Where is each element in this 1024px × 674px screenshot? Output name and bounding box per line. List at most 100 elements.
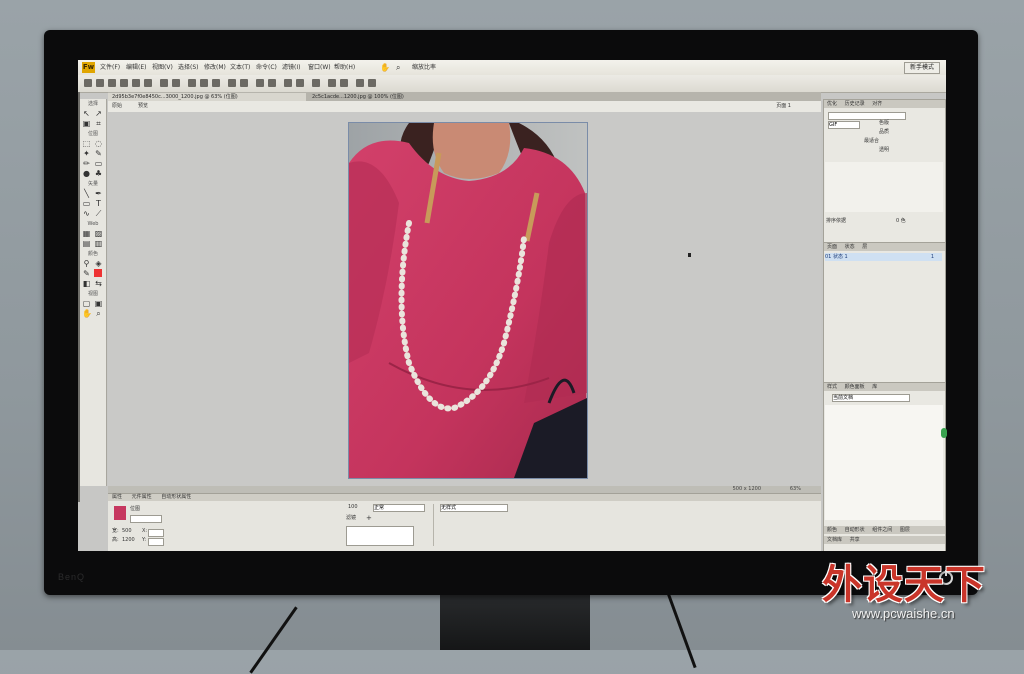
slice-tool-icon[interactable]: ▨ (94, 229, 103, 238)
menu-filters[interactable]: 滤镜(I) (282, 63, 300, 72)
original-view-button[interactable]: 原始 (112, 103, 122, 110)
freeform-tool-icon[interactable]: ∿ (82, 209, 91, 218)
menu-text[interactable]: 文本(T) (230, 63, 250, 72)
pen-tool-icon[interactable]: ✒ (94, 189, 103, 198)
tab-shared[interactable]: 共享 (847, 537, 863, 543)
save-icon[interactable] (108, 79, 116, 87)
fill-color-icon[interactable] (94, 269, 102, 277)
state-row[interactable]: 01 状态 1 1 (825, 253, 942, 261)
flip-h-icon[interactable] (356, 79, 364, 87)
standard-screen-icon[interactable]: ▢ (82, 299, 91, 308)
tab-symbol-properties[interactable]: 元件属性 (128, 494, 156, 500)
height-value[interactable]: 1200 (122, 537, 135, 544)
stamp-tool-icon[interactable]: ♣ (94, 169, 103, 178)
tab-images[interactable]: 图层 (897, 527, 913, 533)
tab-colors[interactable]: 颜色 (824, 527, 840, 533)
tab-components[interactable]: 组件之间 (869, 527, 895, 533)
style-select[interactable]: 无样式 (440, 504, 508, 512)
redo-icon[interactable] (172, 79, 180, 87)
menu-file[interactable]: 文件(F) (100, 63, 120, 72)
hotspot-tool-icon[interactable]: ▦ (82, 229, 91, 238)
rectangle-tool-icon[interactable]: ▭ (82, 199, 91, 208)
export-icon[interactable] (132, 79, 140, 87)
cut-icon[interactable] (188, 79, 196, 87)
menu-modify[interactable]: 修改(M) (204, 63, 226, 72)
preview-view-button[interactable]: 预览 (138, 103, 148, 110)
ungroup-icon[interactable] (240, 79, 248, 87)
zoom-icon[interactable]: ⌕ (396, 64, 400, 73)
marquee-tool-icon[interactable]: ⬚ (82, 139, 91, 148)
tab-properties[interactable]: 属性 (108, 494, 126, 500)
undo-icon[interactable] (160, 79, 168, 87)
wand-tool-icon[interactable]: ✦ (82, 149, 91, 158)
object-name-field[interactable] (130, 515, 162, 523)
bring-front-icon[interactable] (284, 79, 292, 87)
pencil-tool-icon[interactable]: ✏ (82, 159, 91, 168)
scale-tool-icon[interactable]: ▣ (82, 119, 91, 128)
opacity-value[interactable]: 100 (348, 504, 358, 511)
status-zoom[interactable]: 63% (790, 486, 801, 493)
blend-mode-select[interactable]: 正常 (373, 504, 425, 512)
tab-swatches[interactable]: 颜色面板 (842, 384, 868, 390)
lasso-tool-icon[interactable]: ◌ (94, 139, 103, 148)
tab-library[interactable]: 库 (869, 384, 880, 390)
filters-list[interactable] (346, 526, 414, 546)
stroke-color-icon[interactable]: ✎ (82, 269, 91, 278)
group-icon[interactable] (228, 79, 236, 87)
default-colors-icon[interactable]: ◧ (82, 279, 91, 288)
tab-align[interactable]: 对齐 (869, 101, 885, 107)
width-value[interactable]: 500 (122, 528, 132, 535)
paste-icon[interactable] (212, 79, 220, 87)
tab-pages[interactable]: 页面 (824, 244, 840, 250)
subselect-tool-icon[interactable]: ↗ (94, 109, 103, 118)
tab-autoshape-properties[interactable]: 自动形状属性 (157, 494, 195, 500)
line-tool-icon[interactable]: ╲ (82, 189, 91, 198)
pointer-tool-icon[interactable]: ↖ (82, 109, 91, 118)
add-filter-icon[interactable]: + (366, 515, 372, 522)
zoom-tool-icon[interactable]: ⌕ (94, 309, 103, 318)
send-back-icon[interactable] (296, 79, 304, 87)
hide-slices-icon[interactable]: ▤ (82, 239, 91, 248)
menu-view[interactable]: 视图(V) (152, 63, 173, 72)
photo-image[interactable] (348, 122, 588, 479)
library-select[interactable]: 当前文档 (832, 394, 910, 402)
panel-handle[interactable] (941, 428, 947, 438)
hand-tool-icon[interactable]: ✋ (82, 309, 92, 318)
tab-optimize[interactable]: 优化 (824, 101, 840, 107)
y-field[interactable] (148, 538, 164, 546)
split-icon[interactable] (268, 79, 276, 87)
format-select[interactable]: GIF (828, 121, 860, 129)
tab-states[interactable]: 状态 (842, 244, 858, 250)
import-icon[interactable] (120, 79, 128, 87)
tab-autoshapes[interactable]: 自动形状 (842, 527, 868, 533)
menu-help[interactable]: 帮助(H) (334, 63, 355, 72)
join-icon[interactable] (256, 79, 264, 87)
document-canvas[interactable] (108, 112, 821, 486)
page-selector[interactable]: 页面 1 (776, 103, 791, 110)
brush-tool-icon[interactable]: ✎ (94, 149, 103, 158)
blur-tool-icon[interactable]: ● (82, 169, 91, 178)
crop-tool-icon[interactable]: ⌗ (94, 119, 103, 128)
show-slices-icon[interactable]: ▥ (94, 239, 103, 248)
knife-tool-icon[interactable]: ⟋ (94, 209, 103, 218)
workspace-mode-button[interactable]: 新手模式 (903, 62, 940, 74)
rotate-right-icon[interactable] (340, 79, 348, 87)
menu-edit[interactable]: 编辑(E) (126, 63, 146, 72)
zoom-dropdown[interactable]: 缩放比率 (412, 63, 436, 72)
copy-icon[interactable] (200, 79, 208, 87)
menu-window[interactable]: 窗口(W) (308, 63, 331, 72)
tab-document-library[interactable]: 文档库 (824, 537, 845, 543)
tab-styles[interactable]: 样式 (824, 384, 840, 390)
flip-v-icon[interactable] (368, 79, 376, 87)
menu-select[interactable]: 选择(S) (178, 63, 199, 72)
new-icon[interactable] (84, 79, 92, 87)
tab-history[interactable]: 历史记录 (842, 101, 868, 107)
tab-layers[interactable]: 层 (859, 244, 870, 250)
full-screen-icon[interactable]: ▣ (94, 299, 103, 308)
eraser-tool-icon[interactable]: ▭ (94, 159, 103, 168)
menu-command[interactable]: 命令(C) (256, 63, 277, 72)
x-field[interactable] (148, 529, 164, 537)
text-tool-icon[interactable]: T (94, 199, 103, 208)
tab-document-1[interactable]: 2d95b3e7f0e8450c...3000_1200.jpg @ 63% (… (108, 93, 306, 101)
hand-icon[interactable]: ✋ (380, 64, 390, 73)
